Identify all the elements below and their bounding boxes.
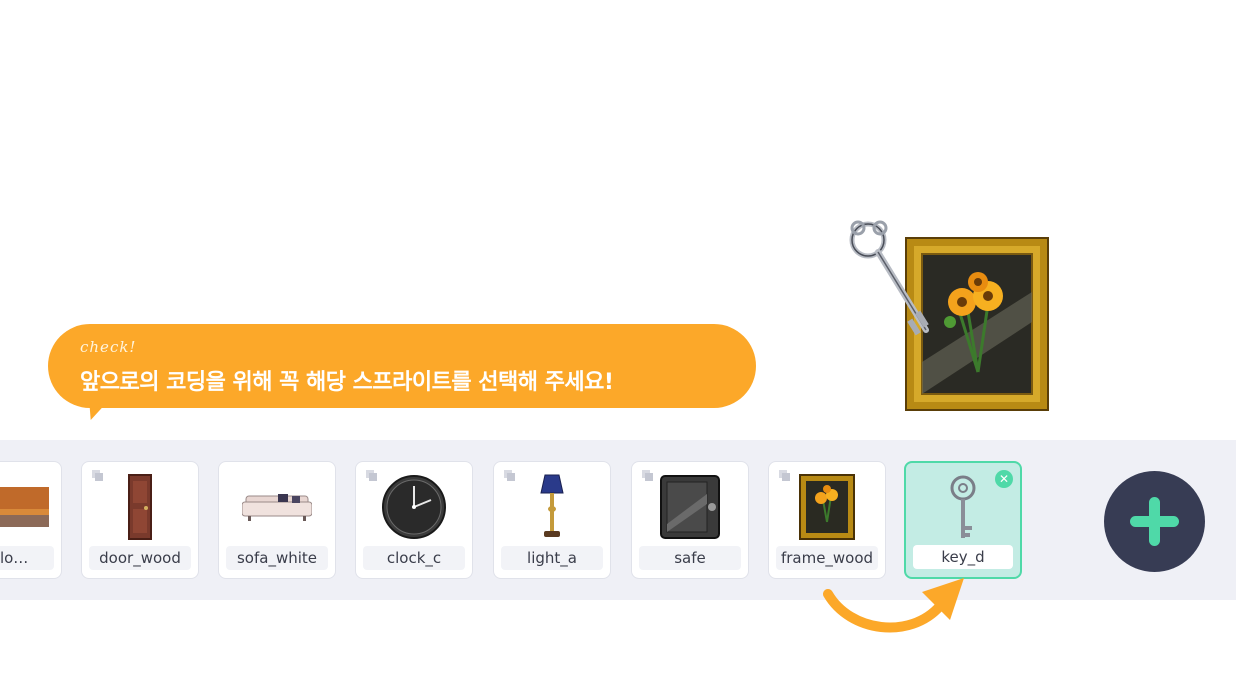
stage-sprites	[849, 220, 1049, 411]
guide-speech-bubble: check! 앞으로의 코딩을 위해 꼭 해당 스프라이트를 선택해 주세요!	[48, 324, 756, 408]
bubble-check-label: check!	[80, 338, 137, 356]
add-sprite-button[interactable]	[1104, 471, 1205, 572]
sprite-name: yello…	[0, 546, 54, 570]
picture-frame-icon	[769, 472, 885, 542]
sprite-tile-frame-wood[interactable]: frame_wood	[768, 461, 886, 579]
background-yellow-room-icon	[0, 472, 61, 542]
sprite-name: light_a	[501, 546, 603, 570]
lamp-icon	[494, 472, 610, 542]
sprite-name: clock_c	[363, 546, 465, 570]
bubble-message: 앞으로의 코딩을 위해 꼭 해당 스프라이트를 선택해 주세요!	[80, 370, 614, 395]
sprite-tile-clock-c[interactable]: clock_c	[355, 461, 473, 579]
sprite-name: sofa_white	[226, 546, 328, 570]
hint-arrow-icon	[823, 578, 964, 633]
plus-icon	[1130, 497, 1179, 546]
sprite-tile-yellow[interactable]: yello…	[0, 461, 62, 579]
door-icon	[82, 472, 198, 542]
clock-icon	[356, 472, 472, 542]
sprite-name: frame_wood	[776, 546, 878, 570]
sofa-icon	[219, 472, 335, 542]
sprite-name: safe	[639, 546, 741, 570]
sprite-tile-key-d[interactable]: ✕ key_d	[904, 461, 1022, 579]
key-icon	[906, 473, 1020, 543]
sprite-tile-sofa-white[interactable]: sofa_white	[218, 461, 336, 579]
safe-icon	[632, 472, 748, 542]
sprite-name: door_wood	[89, 546, 191, 570]
sprite-list-bar: yello… door_wood sofa_white	[0, 440, 1236, 600]
sprite-tile-light-a[interactable]: light_a	[493, 461, 611, 579]
sprite-tile-door-wood[interactable]: door_wood	[81, 461, 199, 579]
sprite-name: key_d	[913, 545, 1013, 569]
sprite-tile-safe[interactable]: safe	[631, 461, 749, 579]
